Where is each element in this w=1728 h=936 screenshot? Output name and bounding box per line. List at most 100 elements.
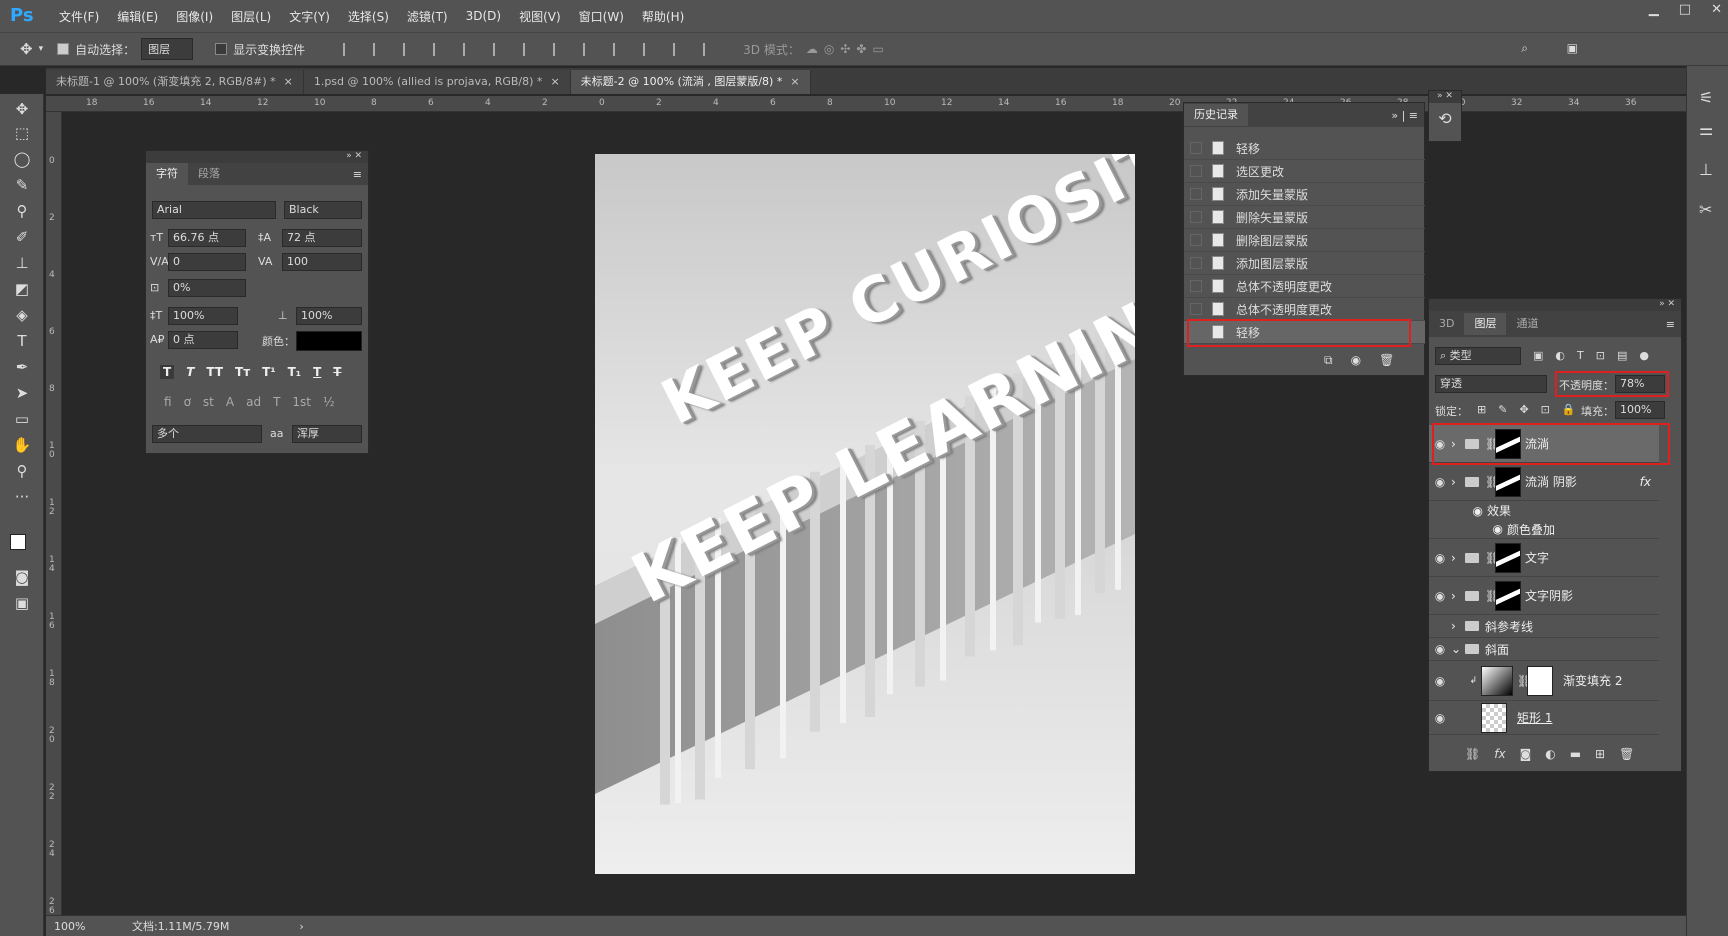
layer-mask-thumb[interactable] [1527, 665, 1553, 696]
tab-3d[interactable]: 3D [1429, 313, 1464, 335]
search-icon[interactable]: ⌕ [1521, 41, 1528, 56]
strikethrough-button[interactable]: T [333, 365, 341, 379]
layer-row[interactable]: ◉ 矩形 1 [1429, 701, 1659, 735]
3d-pan-icon[interactable]: ✣ [840, 42, 850, 56]
show-transform-checkbox[interactable] [215, 43, 228, 55]
stamp-tool-icon[interactable]: ⊥ [10, 252, 34, 274]
adjustment-layer-icon[interactable]: ◐ [1545, 747, 1555, 761]
menu-layer[interactable]: 图层(L) [222, 8, 280, 25]
marquee-tool-icon[interactable]: ⬚ [10, 122, 34, 144]
panel-menu-icon[interactable]: » | ≡ [1391, 109, 1424, 122]
tab-character[interactable]: 字符 [146, 163, 188, 185]
swash-button[interactable]: A [226, 395, 234, 409]
filter-toggle-icon[interactable]: ● [1639, 349, 1649, 362]
brush-tool-icon[interactable]: ✐ [10, 226, 34, 248]
eraser-tool-icon[interactable]: ◩ [10, 278, 34, 300]
tab-layers[interactable]: 图层 [1464, 313, 1507, 335]
link-layers-icon[interactable]: ⛓ [1465, 747, 1480, 761]
font-size-field[interactable]: 66.76 点 [168, 229, 246, 247]
eye-icon[interactable]: ◉ [1429, 642, 1451, 656]
stylistic-alternates-button[interactable]: ad [246, 395, 261, 409]
old-style-button[interactable]: ơ [184, 395, 191, 409]
foreground-color-swatch[interactable] [10, 534, 26, 550]
eye-icon[interactable]: ◉ [1429, 522, 1507, 536]
type-filter-icon[interactable]: T [1577, 349, 1584, 362]
distribute-hcenter-icon[interactable] [643, 42, 655, 56]
screen-mode-icon[interactable]: ▣ [10, 592, 34, 614]
layer-row[interactable]: ◉ › ⛓ 文字阴影 [1429, 577, 1659, 615]
all-caps-button[interactable]: TT [206, 365, 223, 379]
history-item[interactable]: 添加矢量蒙版 [1184, 183, 1425, 206]
add-mask-icon[interactable]: ◙ [1520, 747, 1532, 761]
type-tool-icon[interactable]: T [10, 330, 34, 352]
kerning-field[interactable]: 0 [168, 253, 246, 271]
layer-row[interactable]: ◉ ⌄ 斜面 [1429, 638, 1659, 661]
layer-row[interactable]: ◉ ↲ ⛓ 渐变填充 2 [1429, 661, 1659, 701]
tab-paragraph[interactable]: 段落 [188, 163, 230, 185]
discretionary-ligatures-button[interactable]: st [203, 395, 214, 409]
smart-filter-icon[interactable]: ▤ [1617, 349, 1627, 362]
close-icon[interactable]: × [790, 75, 799, 88]
close-icon[interactable]: × [550, 75, 559, 88]
more-tools-icon[interactable]: ··· [10, 486, 34, 508]
layer-row[interactable]: ◉ › ⛓ 流淌 阴影 fx [1429, 463, 1659, 501]
tool-presets-icon[interactable]: ✂ [1699, 200, 1712, 219]
font-family-select[interactable]: Arial [152, 201, 276, 219]
distribute-bottom-icon[interactable] [583, 42, 595, 56]
layer-row[interactable]: ◉ › ⛓ 文字 [1429, 539, 1659, 577]
menu-file[interactable]: 文件(F) [50, 8, 108, 25]
ordinals-button[interactable]: 1st [292, 395, 311, 409]
lasso-tool-icon[interactable]: ◯ [10, 148, 34, 170]
history-brush-icon[interactable]: ⟲ [1429, 109, 1461, 128]
panel-menu-icon[interactable]: ≡ [353, 168, 368, 181]
faux-italic-button[interactable]: T [186, 365, 194, 379]
menu-view[interactable]: 视图(V) [510, 8, 570, 25]
quick-select-icon[interactable]: ✎ [10, 174, 34, 196]
maximize-icon[interactable]: □ [1679, 2, 1691, 17]
minimize-icon[interactable]: ▁ [1649, 2, 1659, 17]
menu-image[interactable]: 图像(I) [167, 8, 222, 25]
snapshot-icon[interactable]: ◉ [1351, 353, 1361, 368]
menu-type[interactable]: 文字(Y) [280, 8, 339, 25]
opacity-field[interactable]: 78% [1615, 375, 1665, 393]
superscript-button[interactable]: T¹ [262, 365, 275, 379]
menu-filter[interactable]: 滤镜(T) [398, 8, 457, 25]
auto-align-icon[interactable] [703, 42, 715, 56]
antialias-select[interactable]: 浑厚 [292, 425, 362, 443]
menu-window[interactable]: 窗口(W) [570, 8, 633, 25]
eyedropper-icon[interactable]: ⚲ [10, 200, 34, 222]
history-item-selected[interactable]: 轻移 [1184, 321, 1425, 344]
history-item[interactable]: 删除图层蒙版 [1184, 229, 1425, 252]
align-left-icon[interactable] [433, 42, 445, 56]
adjustments-icon[interactable]: ⚌ [1699, 120, 1713, 139]
language-select[interactable]: 多个 [152, 425, 262, 443]
menu-3d[interactable]: 3D(D) [457, 9, 510, 23]
lock-transparent-icon[interactable]: ⊞ [1477, 403, 1486, 416]
auto-select-checkbox[interactable] [57, 43, 70, 55]
hand-tool-icon[interactable]: ✋ [10, 434, 34, 456]
blend-mode-select[interactable]: 穿透 [1435, 375, 1547, 393]
workspace-icon[interactable]: ▣ [1567, 41, 1578, 55]
3d-orbit-icon[interactable]: ☁ [806, 42, 818, 56]
chevron-down-icon[interactable]: ⌄ [1451, 642, 1461, 656]
horizontal-scale-field[interactable]: 100% [296, 307, 362, 325]
fx-icon[interactable]: fx [1640, 475, 1651, 489]
fill-field[interactable]: 100% [1615, 401, 1665, 419]
history-item[interactable]: 删除矢量蒙版 [1184, 206, 1425, 229]
distribute-top-icon[interactable] [523, 42, 535, 56]
align-hcenter-icon[interactable] [463, 42, 475, 56]
tab-document-2[interactable]: 1.psd @ 100% (allied is projava, RGB/8) … [303, 70, 571, 94]
chevron-right-icon[interactable]: › [299, 920, 303, 933]
eye-icon[interactable]: ◉ [1429, 551, 1451, 565]
small-caps-button[interactable]: Tт [235, 365, 250, 379]
eye-icon[interactable]: ◉ [1429, 504, 1487, 518]
zoom-level[interactable]: 100% [54, 920, 122, 933]
history-item[interactable]: 添加图层蒙版 [1184, 252, 1425, 275]
eye-icon[interactable]: ◉ [1429, 674, 1451, 688]
tab-document-1[interactable]: 未标题-1 @ 100% (渐变填充 2, RGB/8#) * × [46, 70, 304, 94]
eye-icon[interactable]: ◉ [1429, 437, 1451, 451]
font-style-select[interactable]: Black [284, 201, 362, 219]
quick-mask-icon[interactable]: ◙ [10, 566, 34, 588]
shape-tool-icon[interactable]: ▭ [10, 408, 34, 430]
pen-tool-icon[interactable]: ✒ [10, 356, 34, 378]
